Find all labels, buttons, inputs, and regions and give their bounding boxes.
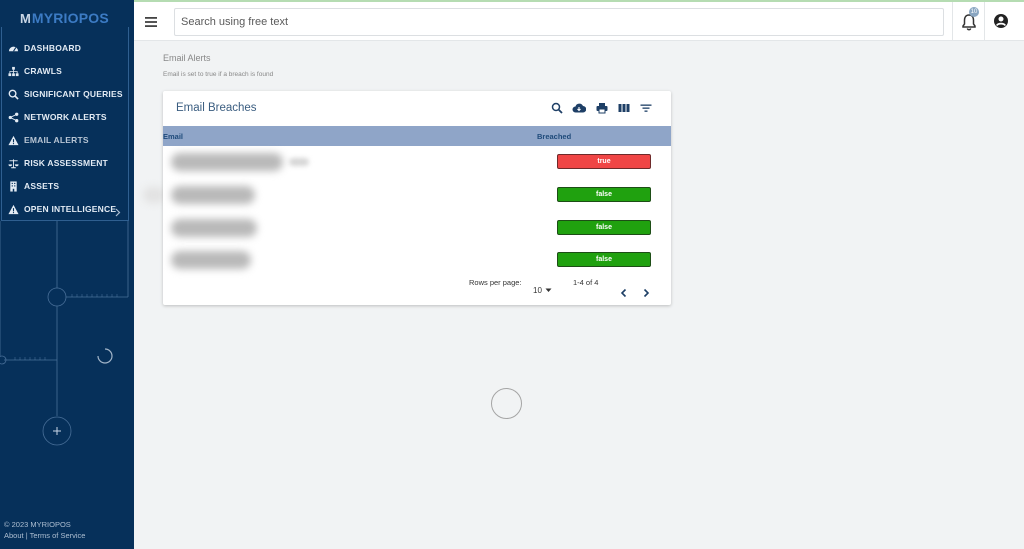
sidebar-item-network-alerts[interactable]: NETWORK ALERTS (2, 107, 130, 127)
breached-badge: true (557, 154, 651, 169)
email-breaches-card: Email Breaches Email Breached true false… (163, 91, 671, 305)
menu-icon[interactable] (142, 13, 160, 31)
account-icon[interactable] (993, 13, 1009, 29)
top-bar: 10 (134, 0, 1024, 41)
warning-icon (7, 134, 19, 146)
sidebar-item-assets[interactable]: ASSETS (2, 176, 130, 196)
search-icon (7, 88, 19, 100)
logo-text: MYRIOPOS (31, 10, 109, 26)
sidebar: M MYRIOPOS DASHBOARD CRAWLS SIGNIFICANT … (0, 0, 134, 549)
table-header: Email Breached (163, 126, 671, 146)
footer-separator: | (25, 531, 28, 540)
terms-link[interactable]: Terms of Service (30, 531, 86, 540)
sidebar-item-risk-assessment[interactable]: RISK ASSESSMENT (2, 153, 130, 173)
sitemap-icon (7, 65, 19, 77)
column-header-breached[interactable]: Breached (537, 132, 571, 141)
copyright-text: © 2023 MYRIOPOS (4, 520, 71, 529)
sidebar-item-label: RISK ASSESSMENT (24, 158, 108, 168)
redacted-text (289, 158, 309, 166)
page-title: Email Alerts (163, 53, 211, 63)
logo-mark: M (20, 10, 31, 26)
table-row: false (163, 179, 671, 212)
chevron-right-icon (115, 204, 121, 222)
view-column-icon[interactable] (617, 101, 631, 115)
sidebar-item-label: NETWORK ALERTS (24, 112, 107, 122)
about-link[interactable]: About (4, 531, 24, 540)
breached-badge: false (557, 187, 651, 202)
redacted-email (171, 219, 257, 237)
column-header-email[interactable]: Email (163, 132, 183, 141)
pagination-range: 1-4 of 4 (573, 278, 599, 287)
filter-icon[interactable] (639, 101, 653, 115)
page-subtitle: Email is set to true if a breach is foun… (163, 71, 274, 78)
sidebar-item-label: CRAWLS (24, 66, 63, 76)
rows-per-page-value: 10 (533, 286, 542, 295)
sidebar-item-label: SIGNIFICANT QUERIES (24, 89, 123, 99)
next-page-button[interactable] (640, 286, 652, 298)
redacted-email (171, 153, 283, 171)
sidebar-item-dashboard[interactable]: DASHBOARD (2, 38, 130, 58)
cloud-download-icon[interactable] (572, 101, 586, 115)
caret-down-icon (545, 288, 552, 293)
search-input[interactable] (174, 8, 944, 36)
sidebar-item-label: EMAIL ALERTS (24, 135, 89, 145)
breached-badge: false (557, 252, 651, 267)
topbar-divider (952, 2, 953, 41)
card-title: Email Breaches (176, 102, 257, 114)
sidebar-item-label: ASSETS (24, 181, 60, 191)
breached-badge: false (557, 220, 651, 235)
table-row: false (163, 244, 671, 277)
notification-badge: 10 (969, 7, 979, 17)
sidebar-item-email-alerts[interactable]: EMAIL ALERTS (2, 130, 130, 150)
sidebar-footer: © 2023 MYRIOPOS About | Terms of Service (4, 519, 85, 541)
search-icon[interactable] (550, 101, 564, 115)
prev-page-button[interactable] (618, 286, 630, 298)
loading-spinner (491, 388, 522, 419)
balance-scale-icon (7, 157, 19, 169)
blurred-artifact (143, 187, 165, 203)
rows-per-page-select[interactable]: 10 (533, 286, 552, 295)
building-icon (7, 180, 19, 192)
warning-icon (7, 203, 19, 215)
sidebar-item-open-intelligence[interactable]: OPEN INTELLIGENCE (2, 199, 130, 219)
sidebar-item-significant-queries[interactable]: SIGNIFICANT QUERIES (2, 84, 130, 104)
redacted-email (171, 186, 255, 204)
sidebar-item-label: OPEN INTELLIGENCE (24, 204, 117, 214)
brand-logo[interactable]: M MYRIOPOS (20, 10, 109, 26)
table-row: false (163, 212, 671, 245)
sidebar-item-crawls[interactable]: CRAWLS (2, 61, 130, 81)
redacted-email (171, 251, 251, 269)
print-icon[interactable] (595, 101, 609, 115)
sidebar-nav: DASHBOARD CRAWLS SIGNIFICANT QUERIES NET… (1, 27, 129, 221)
share-icon (7, 111, 19, 123)
table-row: true (163, 146, 671, 179)
rows-per-page-label: Rows per page: (469, 278, 522, 287)
dashboard-icon (7, 42, 19, 54)
sidebar-item-label: DASHBOARD (24, 43, 82, 53)
topbar-divider (984, 2, 985, 41)
